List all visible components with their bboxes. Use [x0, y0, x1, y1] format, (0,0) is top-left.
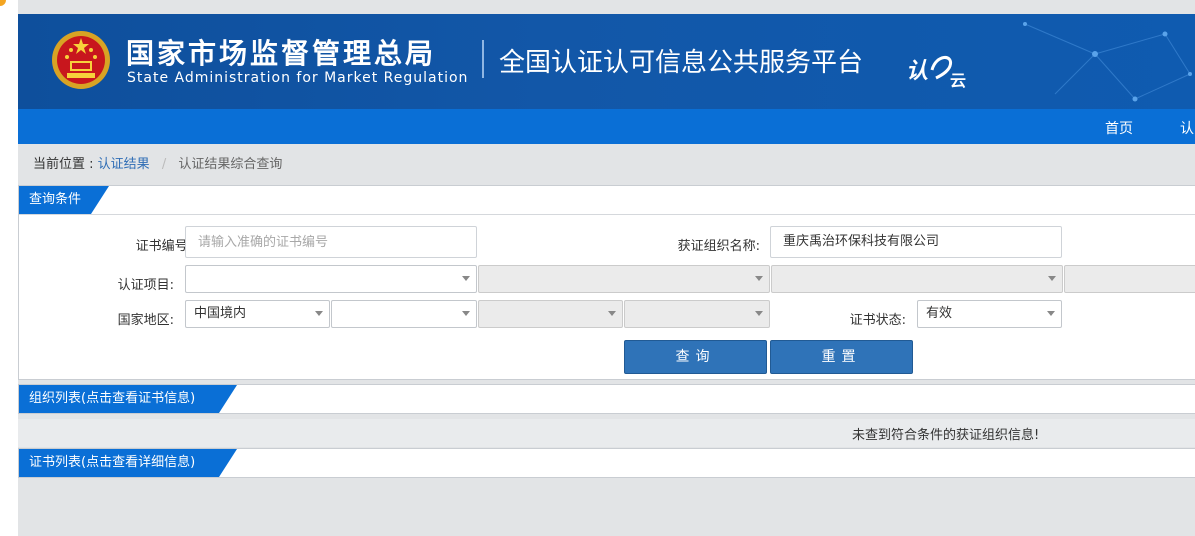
chevron-down-icon [1048, 276, 1056, 281]
status-select[interactable]: 有效 [917, 300, 1062, 328]
org-list-panel: 组织列表(点击查看证书信息) [18, 384, 1195, 414]
breadcrumb: 当前位置 : 认证结果 / 认证结果综合查询 [33, 153, 282, 172]
region-select-city[interactable] [478, 300, 623, 328]
project-select-3[interactable] [771, 265, 1063, 293]
project-select-2[interactable] [478, 265, 770, 293]
breadcrumb-prefix: 当前位置 : [33, 157, 94, 172]
org-name-label: 获证组织名称: [677, 239, 760, 254]
org-name-input[interactable]: 重庆禹治环保科技有限公司 [770, 226, 1062, 258]
region-select-country-value: 中国境内 [194, 306, 247, 321]
header-divider [482, 40, 484, 78]
breadcrumb-current: 认证结果综合查询 [178, 157, 283, 172]
main-nav: 首页 认 [18, 109, 1195, 144]
org-list-title: 组织列表(点击查看证书信息) [19, 385, 237, 413]
cert-list-title: 证书列表(点击查看详细信息) [19, 449, 237, 477]
cert-no-label: 证书编号: [135, 239, 192, 254]
chevron-down-icon [315, 311, 323, 316]
breadcrumb-separator: / [161, 157, 167, 172]
nav-cert[interactable]: 认 [1180, 118, 1194, 138]
network-decoration [1023, 22, 1192, 102]
chevron-down-icon [755, 311, 763, 316]
chevron-down-icon [1047, 311, 1055, 316]
agency-name-cn: 国家市场监督管理总局 [126, 37, 437, 70]
svg-text:认: 认 [906, 59, 928, 84]
chevron-down-icon [462, 276, 470, 281]
org-list-empty-message: 未查到符合条件的获证组织信息! [852, 428, 1040, 443]
search-button[interactable]: 查询 [624, 340, 767, 374]
chevron-down-icon [755, 276, 763, 281]
breadcrumb-link-cert-results[interactable]: 认证结果 [98, 157, 150, 172]
agency-name-en: State Administration for Market Regulati… [127, 70, 469, 86]
cert-no-input[interactable] [185, 226, 477, 258]
region-select-country[interactable]: 中国境内 [185, 300, 330, 328]
cert-list-panel: 证书列表(点击查看详细信息) [18, 448, 1195, 478]
reset-button[interactable]: 重置 [770, 340, 913, 374]
status-label: 证书状态: [849, 313, 906, 328]
national-emblem-icon [52, 31, 110, 89]
left-margin-strip [0, 0, 18, 536]
cloud-logo-icon: 认 云 [906, 56, 966, 88]
site-header-banner: 国家市场监督管理总局 State Administration for Mark… [18, 14, 1195, 109]
project-select-4[interactable] [1064, 265, 1195, 293]
query-panel: 查询条件 证书编号: 获证组织名称: 重庆禹治环保科技有限公司 认证项目: 国家… [18, 185, 1195, 380]
svg-text:云: 云 [950, 71, 966, 88]
chevron-down-icon [608, 311, 616, 316]
project-label: 认证项目: [117, 278, 174, 293]
query-panel-title: 查询条件 [19, 186, 109, 214]
nav-home[interactable]: 首页 [1105, 118, 1133, 138]
panel-divider [19, 214, 1195, 215]
project-select-1[interactable] [185, 265, 477, 293]
region-label: 国家地区: [117, 313, 174, 328]
platform-title: 全国认证认可信息公共服务平台 [499, 48, 864, 78]
chevron-down-icon [462, 311, 470, 316]
region-select-province[interactable] [331, 300, 477, 328]
region-select-district[interactable] [624, 300, 770, 328]
status-select-value: 有效 [926, 306, 953, 321]
